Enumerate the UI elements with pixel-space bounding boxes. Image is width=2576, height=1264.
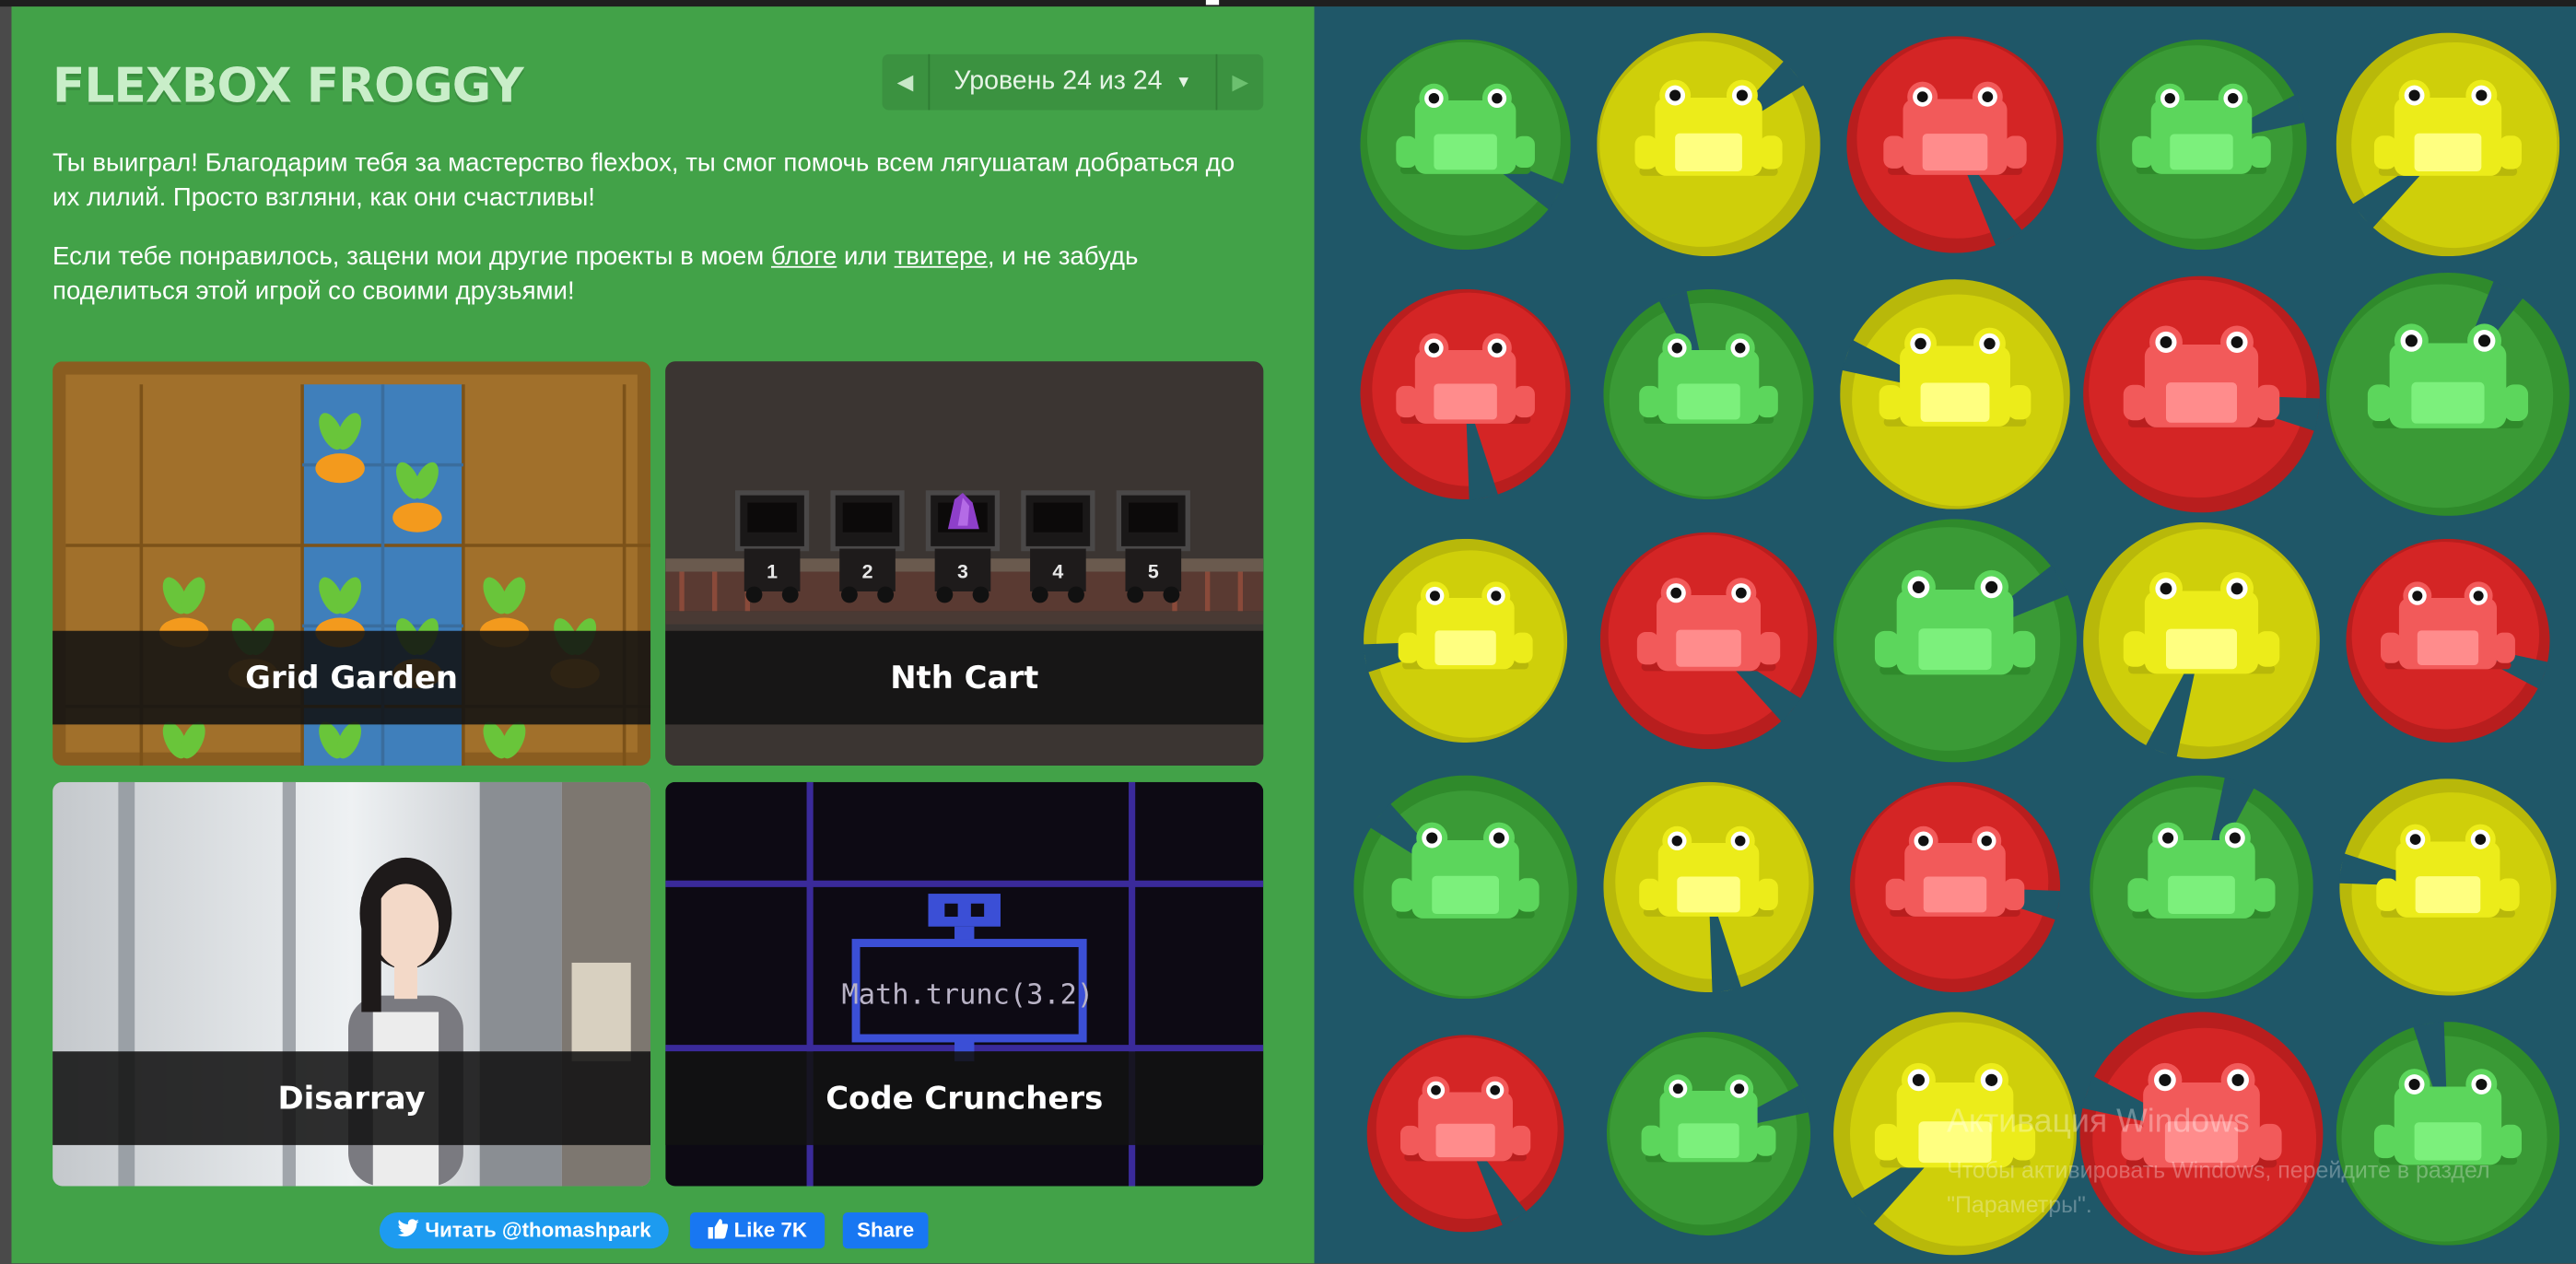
mine-cart: 2: [830, 490, 905, 603]
twitter-follow-button[interactable]: Читать @thomashpark: [379, 1212, 669, 1249]
code-expression: Math.trunc(3.2): [842, 979, 1095, 1012]
frog-on-lilypad-red: [1366, 1035, 1564, 1233]
frog-on-lilypad-yellow: [1363, 538, 1568, 743]
sidebar: FLEXBOX FROGGY ◀ Уровень 24 из 24 ▼ ▶ Ты…: [11, 6, 1315, 1264]
pond-board: [1314, 6, 2576, 1264]
frog-on-lilypad-yellow: [1840, 279, 2070, 509]
level-label: Уровень 24 из 24: [954, 67, 1163, 96]
caret-down-icon: ▼: [1175, 73, 1192, 91]
twitter-bird-icon: [397, 1219, 419, 1242]
blog-link[interactable]: блоге: [771, 243, 837, 271]
cart-number: 4: [1052, 561, 1063, 583]
mine-cart: 1: [734, 490, 810, 603]
frog-on-lilypad-red: [1849, 781, 2062, 993]
frog-on-lilypad-green: [2096, 39, 2307, 251]
grid-garden-label: Grid Garden: [53, 630, 651, 725]
share-label: Share: [857, 1219, 915, 1243]
cart-number: 3: [957, 561, 968, 583]
frog-on-lilypad-red: [1846, 36, 2064, 253]
frog-on-lilypad-yellow: [2083, 522, 2320, 759]
win-message: Ты выиграл! Благодарим тебя за мастерств…: [53, 149, 1235, 213]
top-bar: [0, 0, 2576, 7]
frog-on-lilypad-green: [1606, 1031, 1811, 1235]
share-text-1: Если тебе понравилось, зацени мои другие…: [53, 242, 771, 272]
frog-on-lilypad-yellow: [2338, 778, 2557, 996]
level-dropdown[interactable]: Уровень 24 из 24 ▼: [928, 53, 1218, 111]
code-crunchers-label: Code Crunchers: [665, 1051, 1264, 1145]
triangle-right-icon: ▶: [1232, 68, 1249, 94]
code-crunchers-card[interactable]: Math.trunc(3.2) Code Crunchers: [665, 781, 1264, 1187]
facebook-like-button[interactable]: Like 7K: [689, 1212, 825, 1249]
facebook-share-button[interactable]: Share: [842, 1212, 929, 1249]
mine-cart: 4: [1021, 490, 1095, 603]
level-navigator: ◀ Уровень 24 из 24 ▼ ▶: [882, 53, 1264, 111]
page-title: FLEXBOX FROGGY: [53, 57, 524, 114]
thumbs-up-icon: [708, 1218, 728, 1243]
prev-level-button[interactable]: ◀: [883, 54, 929, 111]
nth-cart-card[interactable]: 1 2 3 4 5 Nth Cart: [665, 361, 1264, 766]
frog-on-lilypad-red: [2346, 538, 2550, 743]
windows-watermark-title: Активация Windows: [1947, 1104, 2250, 1141]
cursor-mark: [1205, 0, 1220, 6]
frog-on-lilypad-red: [1599, 532, 1818, 750]
frog-on-lilypad-green: [2326, 273, 2570, 516]
share-message: Если тебе понравилось, зацени мои другие…: [53, 240, 1269, 309]
twitter-link[interactable]: твитере: [895, 243, 988, 271]
next-level-button[interactable]: ▶: [1217, 54, 1263, 111]
frog-on-lilypad-green: [2090, 775, 2313, 1000]
nth-cart-label: Nth Cart: [665, 630, 1264, 725]
triangle-left-icon: ◀: [896, 68, 914, 94]
frog-on-lilypad-red: [1360, 288, 1571, 501]
frog-on-lilypad-green: [1833, 519, 2077, 763]
frog-on-lilypad-green: [1360, 39, 1571, 251]
frog-on-lilypad-yellow: [1603, 781, 1814, 994]
mine-cart: 5: [1116, 490, 1190, 603]
like-label: Like 7K: [733, 1219, 807, 1243]
mine-cart: 3: [925, 490, 1001, 603]
cart-number: 5: [1148, 561, 1159, 583]
frog-on-lilypad-yellow: [1597, 32, 1821, 257]
cart-number: 2: [862, 561, 873, 583]
disarray-label: Disarray: [53, 1051, 651, 1145]
twitter-follow-label: Читать @thomashpark: [425, 1219, 651, 1243]
grid-garden-card[interactable]: Grid Garden: [53, 361, 651, 766]
frog-on-lilypad-green: [1603, 288, 1814, 500]
frog-on-lilypad-yellow: [2336, 32, 2560, 257]
share-text-2: или: [837, 242, 895, 272]
frog-on-lilypad-red: [2083, 275, 2322, 513]
windows-watermark-subtitle: Чтобы активировать Windows, перейдите в …: [1947, 1156, 2490, 1218]
disarray-card[interactable]: Disarray: [53, 781, 651, 1187]
frog-on-lilypad-green: [1353, 775, 1577, 1000]
cart-number: 1: [767, 561, 778, 583]
